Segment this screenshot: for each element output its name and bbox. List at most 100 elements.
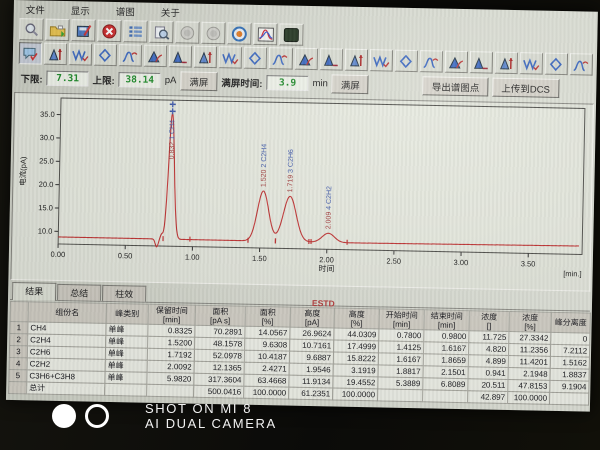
- peak-height-icon[interactable]: [169, 45, 192, 67]
- cell: 总计: [27, 382, 105, 396]
- watermark-dot-icon: [52, 404, 76, 428]
- cell: 15.8222: [333, 352, 378, 365]
- cell: 0.941: [468, 367, 508, 380]
- cell: 11.9134: [289, 375, 333, 388]
- peak-cross-icon[interactable]: [244, 47, 267, 69]
- cell: 1.5200: [148, 336, 195, 349]
- close-icon[interactable]: [97, 20, 121, 42]
- search-icon[interactable]: [19, 18, 43, 40]
- peak-move-icon[interactable]: [144, 45, 167, 67]
- menu-3[interactable]: 关于: [159, 5, 182, 19]
- svg-text:3.50: 3.50: [521, 259, 536, 268]
- edit-save-icon[interactable]: [71, 19, 95, 41]
- lower-limit-label: 下限:: [20, 71, 42, 85]
- cell: 单峰: [105, 359, 147, 372]
- cell: 9.1904: [550, 380, 589, 393]
- peak-drop-icon[interactable]: [344, 49, 367, 71]
- peak-width-icon[interactable]: [69, 43, 92, 65]
- peak-split-icon[interactable]: [419, 50, 442, 72]
- fulltime-fullscale-button[interactable]: 满屏: [332, 74, 369, 94]
- cell: 1.4125: [378, 341, 423, 354]
- cell: 10.4187: [244, 350, 289, 363]
- peak-wave-icon[interactable]: [94, 44, 117, 66]
- svg-text:25.0: 25.0: [39, 156, 54, 165]
- nav-next-icon[interactable]: [201, 22, 225, 44]
- peak-rider-icon[interactable]: [394, 50, 417, 72]
- cell: 1.5162: [550, 356, 589, 369]
- cell: 19.4552: [333, 376, 378, 389]
- peak-base-icon[interactable]: [319, 48, 342, 70]
- cell: 2.4271: [244, 362, 289, 375]
- results-table: 组份名峰类别保留时间[min]面积[pA s]面积[%]高度[pA]高度[%]开…: [8, 301, 591, 406]
- menu-0[interactable]: 文件: [24, 2, 47, 16]
- peak-export-icon[interactable]: [570, 53, 593, 75]
- record-icon[interactable]: [227, 22, 251, 44]
- cell: 3.1919: [333, 364, 378, 377]
- cell: 2.1501: [423, 366, 468, 379]
- chromatogram-plot[interactable]: 10.015.020.025.030.035.00.000.501.001.50…: [10, 92, 594, 292]
- svg-text:10.0: 10.0: [38, 226, 53, 235]
- peak-merge-icon[interactable]: [444, 51, 467, 73]
- cell: 500.0416: [194, 385, 244, 398]
- export-points-button[interactable]: 导出谱图点: [423, 76, 489, 96]
- svg-text:1.50: 1.50: [252, 254, 267, 263]
- upper-limit-input[interactable]: 38.14: [119, 72, 161, 88]
- cell: 42.897: [468, 391, 508, 404]
- svg-text:[min.]: [min.]: [563, 269, 582, 278]
- cell: [9, 381, 27, 393]
- cell: 单峰: [106, 335, 148, 348]
- annotation-check-icon[interactable]: [19, 42, 42, 64]
- peak-fill-icon[interactable]: [294, 48, 317, 70]
- cell: 52.0978: [194, 349, 244, 362]
- peak-diamond-icon[interactable]: [119, 44, 142, 66]
- list-icon[interactable]: [123, 20, 147, 42]
- peak-tangent-icon[interactable]: [495, 52, 518, 74]
- cell: [105, 383, 147, 396]
- svg-text:2.50: 2.50: [386, 257, 401, 266]
- peak-group-icon[interactable]: [369, 49, 392, 71]
- fulltime-input[interactable]: 3.9: [266, 75, 308, 91]
- peak-shoulder-icon[interactable]: [469, 51, 492, 73]
- nav-prev-icon[interactable]: [175, 21, 199, 43]
- lower-limit-input[interactable]: 7.31: [46, 71, 88, 87]
- svg-text:1.520 2 C2H4: 1.520 2 C2H4: [261, 144, 269, 187]
- open-folder-icon[interactable]: [45, 19, 69, 41]
- svg-text:电流(pA): 电流(pA): [17, 156, 28, 186]
- tab-1[interactable]: 总结: [57, 284, 101, 301]
- panel-toggle-icon[interactable]: [279, 23, 303, 45]
- peak-slope-icon[interactable]: [194, 46, 217, 68]
- cell: 44.0309: [334, 328, 379, 341]
- peak-skim-icon[interactable]: [545, 53, 568, 75]
- header-9: 浓度[]: [469, 311, 509, 332]
- fullscale-button[interactable]: 满屏: [180, 71, 217, 91]
- upload-dcs-button[interactable]: 上传到DCS: [492, 78, 559, 98]
- peak-point-icon[interactable]: [269, 47, 292, 69]
- quant-method-label: ESTD: [312, 298, 335, 308]
- cell: 1.8659: [423, 354, 468, 367]
- cell: 100.0000: [333, 388, 378, 401]
- cell: 1.9546: [289, 363, 333, 376]
- cell: 5.9820: [147, 372, 194, 385]
- watermark-line2: AI DUAL CAMERA: [145, 416, 277, 431]
- camera-watermark: SHOT ON MI 8 AI DUAL CAMERA: [52, 401, 277, 431]
- tab-2[interactable]: 柱效: [102, 285, 146, 302]
- cell: 0.7800: [379, 329, 424, 342]
- peak-valley-icon[interactable]: [219, 46, 242, 68]
- peak-manual-icon[interactable]: [520, 52, 543, 74]
- cell: 9.6887: [289, 351, 333, 364]
- menu-1[interactable]: 显示: [69, 3, 92, 17]
- application-window: 文件显示谱图关于 下限: 7.31 上限: 38.14 pA 满屏 满屏时间: …: [6, 0, 598, 412]
- cell: 0.8325: [148, 324, 195, 337]
- cell: 4.899: [468, 355, 508, 368]
- preview-search-icon[interactable]: [149, 21, 173, 43]
- tab-0[interactable]: 结果: [12, 282, 56, 301]
- cell: 1.6167: [423, 342, 468, 355]
- cell: 3: [9, 345, 27, 357]
- cell: [549, 392, 588, 405]
- chromatogram-view-icon[interactable]: [253, 23, 277, 45]
- cell: 2.1948: [508, 367, 550, 380]
- header-1: 峰类别: [106, 303, 148, 324]
- upper-limit-unit: pA: [165, 75, 177, 86]
- peak-mark-icon[interactable]: [44, 43, 67, 65]
- menu-2[interactable]: 谱图: [114, 4, 137, 18]
